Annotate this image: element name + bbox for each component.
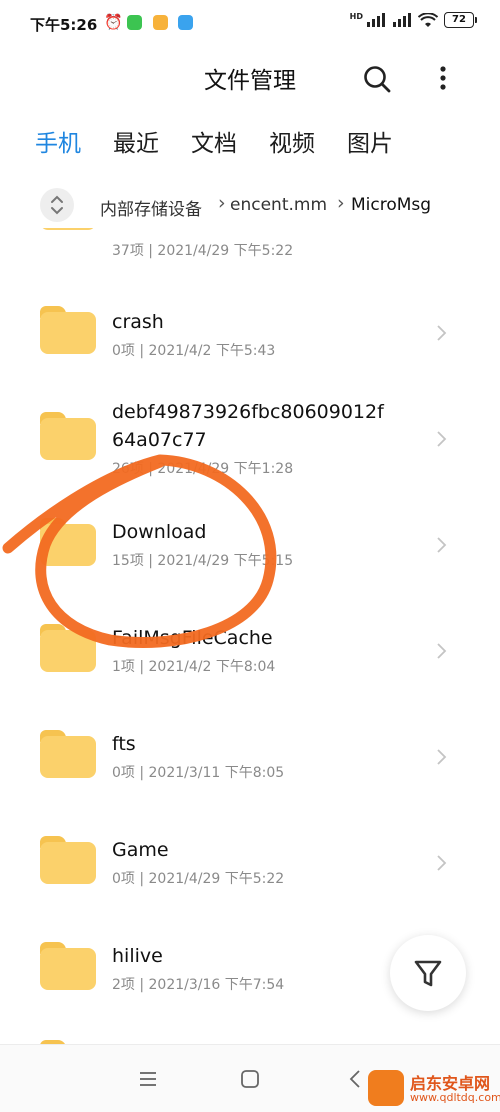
- chevron-right-icon: [437, 855, 447, 871]
- folder-name: debf49873926fbc80609012f: [112, 401, 384, 423]
- chevron-right-icon: [437, 431, 447, 447]
- tab-documents[interactable]: 文档: [191, 124, 237, 158]
- hd-badge: HD: [349, 11, 363, 21]
- signal-icon-2: [393, 13, 411, 27]
- app-notification-icon-2: [178, 15, 193, 30]
- folder-meta: 37项 | 2021/4/29 下午5:22: [112, 243, 294, 259]
- chevron-right-icon: [437, 643, 447, 659]
- folder-meta: 26项 | 2021/4/29 下午1:28: [112, 461, 294, 477]
- folder-name-line-2: 64a07c77: [112, 429, 207, 451]
- breadcrumb: 内部存储设备 › encent.mm › MicroMsg: [40, 186, 500, 224]
- chevron-right-icon: [437, 325, 447, 341]
- watermark: 启东安卓网 www.qdltdq.com: [368, 1068, 500, 1108]
- folder-icon: [40, 836, 96, 884]
- folder-name: crash: [112, 311, 164, 333]
- expand-path-button[interactable]: [40, 188, 74, 222]
- folder-meta: 0项 | 2021/4/29 下午5:22: [112, 871, 285, 887]
- tab-videos[interactable]: 视频: [269, 124, 315, 158]
- wifi-icon: [418, 12, 438, 27]
- chevron-right-icon: [437, 749, 447, 765]
- folder-icon: [40, 730, 96, 778]
- status-time: 下午5:26: [30, 16, 98, 34]
- list-item[interactable]: Game 0项 | 2021/4/29 下午5:22: [0, 810, 500, 916]
- folder-meta: 15项 | 2021/4/29 下午5:15: [112, 553, 294, 569]
- breadcrumb-parent[interactable]: encent.mm: [230, 195, 338, 215]
- folder-name: FailMsgFileCache: [112, 627, 273, 649]
- more-vertical-icon: [440, 66, 446, 90]
- tab-recent[interactable]: 最近: [113, 124, 159, 158]
- folder-icon: [40, 412, 96, 460]
- folder-icon: [40, 518, 96, 566]
- breadcrumb-current: MicroMsg: [351, 195, 432, 215]
- signal-icon: [367, 13, 385, 27]
- tab-phone[interactable]: 手机: [35, 124, 81, 158]
- home-square-icon[interactable]: [238, 1067, 262, 1091]
- list-item[interactable]: FailMsgFileCache 1项 | 2021/4/2 下午8:04: [0, 598, 500, 704]
- watermark-logo-icon: [368, 1070, 404, 1106]
- wechat-notification-icon: [127, 15, 142, 30]
- list-item[interactable]: fts 0项 | 2021/3/11 下午8:05: [0, 704, 500, 810]
- folder-meta: 0项 | 2021/4/2 下午5:43: [112, 343, 276, 359]
- breadcrumb-separator-icon-2: ›: [337, 192, 345, 214]
- folder-name: fts: [112, 733, 136, 755]
- folder-icon: [40, 306, 96, 354]
- folder-icon: [40, 624, 96, 672]
- list-item[interactable]: 37项 | 2021/4/29 下午5:22: [0, 228, 500, 259]
- chevron-up-down-icon: [51, 195, 63, 215]
- filter-button[interactable]: [390, 935, 466, 1011]
- battery-indicator: 72: [444, 12, 477, 28]
- folder-meta: 1项 | 2021/4/2 下午8:04: [112, 659, 276, 675]
- list-item[interactable]: debf49873926fbc80609012f 64a07c77 26项 | …: [0, 386, 500, 492]
- search-icon: [364, 66, 391, 93]
- filter-icon: [414, 960, 442, 987]
- tab-images[interactable]: 图片: [347, 124, 393, 158]
- folder-icon: [40, 228, 96, 230]
- folder-name: Game: [112, 839, 169, 861]
- folder-meta: 2项 | 2021/3/16 下午7:54: [112, 977, 285, 993]
- folder-name: hilive: [112, 945, 163, 967]
- breadcrumb-root[interactable]: 内部存储设备: [100, 195, 202, 220]
- watermark-url: www.qdltdq.com: [410, 1091, 500, 1104]
- app-notification-icon: [153, 15, 168, 30]
- status-bar: 下午5:26 ⏰ HD 72: [0, 0, 500, 46]
- alarm-icon: ⏰: [104, 13, 123, 31]
- search-button[interactable]: [360, 62, 394, 96]
- back-icon[interactable]: [344, 1067, 368, 1091]
- category-tabs: 手机 最近 文档 视频 图片: [35, 124, 393, 158]
- chevron-right-icon: [437, 537, 447, 553]
- page-title: 文件管理: [204, 68, 296, 94]
- breadcrumb-separator-icon: ›: [218, 192, 226, 214]
- folder-meta: 0项 | 2021/3/11 下午8:05: [112, 765, 285, 781]
- list-item[interactable]: crash 0项 | 2021/4/2 下午5:43: [0, 280, 500, 386]
- list-item[interactable]: Download 15项 | 2021/4/29 下午5:15: [0, 492, 500, 598]
- more-options-button[interactable]: [433, 62, 453, 96]
- menu-icon[interactable]: [136, 1067, 160, 1091]
- folder-icon: [40, 942, 96, 990]
- file-list: 37项 | 2021/4/29 下午5:22 crash 0项 | 2021/4…: [0, 228, 500, 1044]
- folder-name: Download: [112, 521, 207, 543]
